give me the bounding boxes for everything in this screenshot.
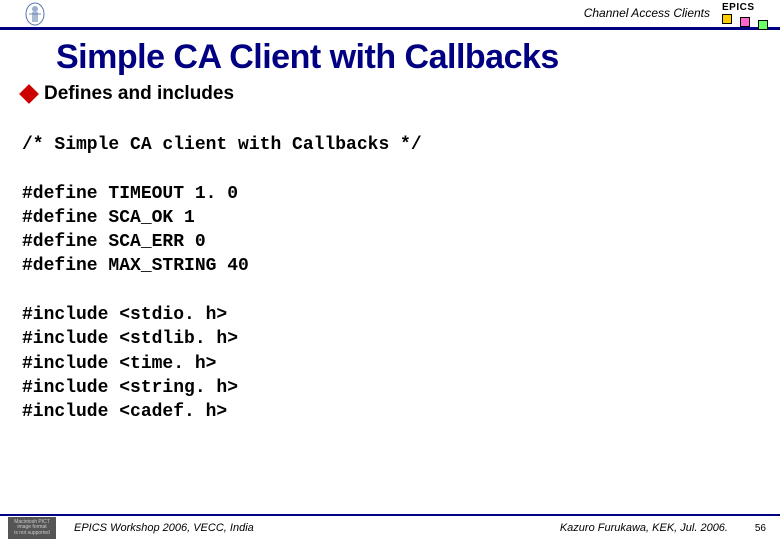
footer-right-text: Kazuro Furukawa, KEK, Jul. 2006. <box>560 522 728 534</box>
epics-logo-text: EPICS <box>722 2 772 13</box>
slide-title: Simple CA Client with Callbacks <box>0 30 780 81</box>
square-icon <box>758 20 768 30</box>
slide-header: Channel Access Clients EPICS <box>0 0 780 30</box>
emblem-icon <box>10 0 60 28</box>
code-block: /* Simple CA client with Callbacks */ #d… <box>0 105 780 425</box>
square-icon <box>722 14 732 24</box>
badge-line: is not supported <box>14 531 50 537</box>
slide-footer: Macintosh PICT image format is not suppo… <box>0 514 780 540</box>
footer-left-text: EPICS Workshop 2006, VECC, India <box>74 522 254 534</box>
page-number: 56 <box>755 523 766 534</box>
epics-logo-squares <box>722 14 770 30</box>
bullet-diamond-icon <box>19 84 39 104</box>
header-label: Channel Access Clients <box>584 6 710 20</box>
subheading-text: Defines and includes <box>44 83 234 105</box>
epics-logo: EPICS <box>722 2 772 32</box>
unsupported-image-badge: Macintosh PICT image format is not suppo… <box>8 517 56 539</box>
subheading-row: Defines and includes <box>0 83 780 105</box>
square-icon <box>740 17 750 27</box>
